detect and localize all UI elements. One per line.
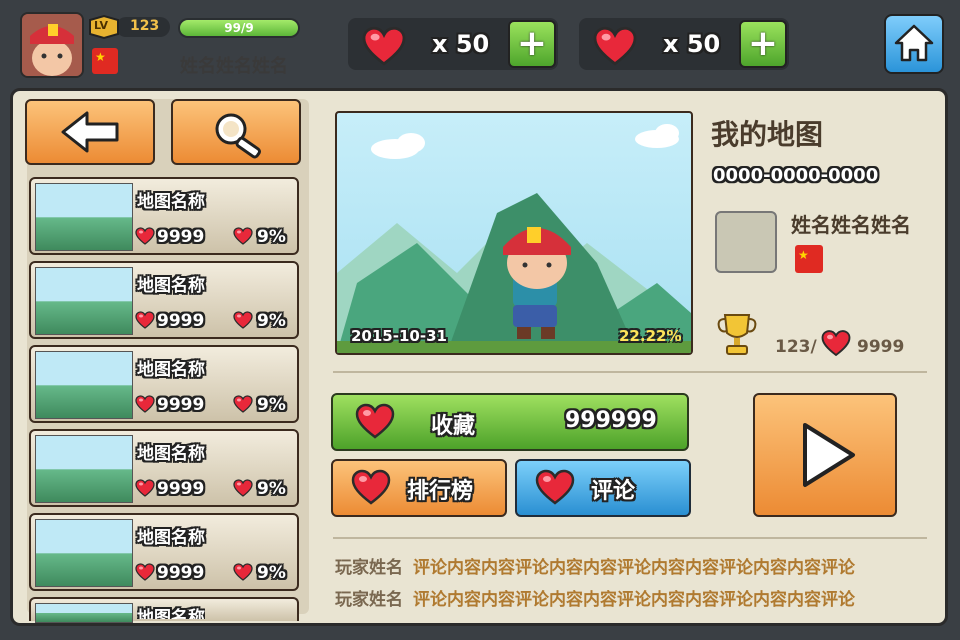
home-button[interactable] xyxy=(884,14,944,74)
add-resource-button[interactable]: + xyxy=(739,20,787,68)
map-thumbnail xyxy=(35,435,133,503)
resource-panel-2: x 50 + xyxy=(579,18,789,70)
map-name: 地图名称 xyxy=(137,528,205,548)
map-rate: 9% xyxy=(257,227,286,247)
map-name: 地图名称 xyxy=(137,360,205,380)
comment-user: 玩家姓名 xyxy=(335,558,403,578)
map-preview-scene xyxy=(337,124,691,353)
heart-icon xyxy=(351,469,391,505)
add-resource-button[interactable]: + xyxy=(508,20,556,68)
comment-user: 玩家姓名 xyxy=(335,590,403,610)
map-list-item[interactable]: 地图名称 9999 9% xyxy=(29,345,299,423)
author-name: 姓名姓名姓名 xyxy=(791,213,911,237)
heart-icon xyxy=(233,479,253,497)
rank-value: 123/ xyxy=(775,337,817,357)
player-name: 姓名姓名姓名 xyxy=(180,56,288,77)
favorite-button[interactable]: 收藏 999999 xyxy=(331,393,689,451)
china-flag-icon: ★ xyxy=(795,245,823,273)
player-avatar[interactable] xyxy=(20,12,84,78)
arrow-left-icon xyxy=(61,111,119,153)
trophy-icon xyxy=(717,314,757,355)
map-list-item[interactable]: 地图名称 9999 9% xyxy=(29,261,299,339)
divider xyxy=(333,371,927,373)
search-button[interactable] xyxy=(171,99,301,165)
heart-icon xyxy=(591,26,639,66)
heart-icon xyxy=(355,403,395,439)
resource-count: x 50 xyxy=(432,30,490,58)
resource-count: x 50 xyxy=(663,30,721,58)
map-name: 地图名称 xyxy=(137,608,205,619)
heart-icon xyxy=(135,563,155,581)
map-thumbnail xyxy=(35,351,133,419)
heart-icon xyxy=(233,311,253,329)
map-likes: 9999 xyxy=(157,563,205,583)
map-completion-percent: 22.22% xyxy=(619,327,682,345)
heart-icon xyxy=(135,395,155,413)
map-preview: 2015-10-31 22.22% xyxy=(335,111,693,355)
favorite-label: 收藏 xyxy=(431,414,476,439)
map-rate: 9% xyxy=(257,311,286,331)
map-likes: 9999 xyxy=(157,311,205,331)
favorite-count: 999999 xyxy=(565,408,657,433)
map-name: 地图名称 xyxy=(137,276,205,296)
map-code: 0000-0000-0000 xyxy=(713,165,879,186)
map-likes: 9999 xyxy=(157,227,205,247)
play-icon xyxy=(803,423,855,487)
map-list-item[interactable]: 地图名称 9999 9% xyxy=(29,513,299,591)
heart-icon xyxy=(135,227,155,245)
level-label: LV xyxy=(94,19,109,32)
map-list-item[interactable]: 地图名称 9999 9% xyxy=(29,177,299,255)
map-thumbnail xyxy=(35,267,133,335)
map-list-item[interactable]: 地图名称 xyxy=(29,597,299,623)
map-likes: 9999 xyxy=(157,479,205,499)
comment-text: 评论内容内容评论内容内容评论内容内容评论内容内容评论 xyxy=(413,590,855,610)
ranking-label: 排行榜 xyxy=(407,479,474,504)
comment-text: 评论内容内容评论内容内容评论内容内容评论内容内容评论 xyxy=(413,558,855,578)
heart-icon xyxy=(233,563,253,581)
map-thumbnail xyxy=(35,519,133,587)
comment-row: 玩家姓名 评论内容内容评论内容内容评论内容内容评论内容内容评论 xyxy=(335,553,855,578)
play-button[interactable] xyxy=(753,393,897,517)
comment-label: 评论 xyxy=(591,479,636,504)
china-flag-icon: ★ xyxy=(92,48,118,74)
map-name: 地图名称 xyxy=(137,192,205,212)
heart-icon xyxy=(360,26,408,66)
comment-row: 玩家姓名 评论内容内容评论内容内容评论内容内容评论内容内容评论 xyxy=(335,585,855,610)
xp-text: 99/9 xyxy=(224,21,254,35)
heart-icon xyxy=(821,329,851,357)
map-thumbnail xyxy=(35,603,133,623)
map-name: 地图名称 xyxy=(137,444,205,464)
map-rate: 9% xyxy=(257,479,286,499)
map-rate: 9% xyxy=(257,563,286,583)
heart-icon xyxy=(535,469,575,505)
map-rate: 9% xyxy=(257,395,286,415)
map-likes: 9999 xyxy=(157,395,205,415)
search-icon xyxy=(215,113,261,159)
heart-icon xyxy=(233,227,253,245)
map-date: 2015-10-31 xyxy=(351,327,447,345)
xp-bar: 99/9 xyxy=(178,18,300,38)
level-badge: LV 123 xyxy=(86,14,172,40)
heart-icon xyxy=(233,395,253,413)
heart-icon xyxy=(135,311,155,329)
map-list-item[interactable]: 地图名称 9999 9% xyxy=(29,429,299,507)
map-thumbnail xyxy=(35,183,133,251)
home-icon xyxy=(894,24,934,62)
ranking-button[interactable]: 排行榜 xyxy=(331,459,507,517)
rank-likes: 9999 xyxy=(857,337,905,357)
author-avatar[interactable] xyxy=(715,211,777,273)
main-panel: 地图名称 9999 9% 地图名称 9999 9% 地图名称 9999 9% 地… xyxy=(10,88,948,626)
divider xyxy=(333,537,927,539)
back-button[interactable] xyxy=(25,99,155,165)
comment-button[interactable]: 评论 xyxy=(515,459,691,517)
level-value: 123 xyxy=(130,18,160,34)
heart-icon xyxy=(135,479,155,497)
rabbit-avatar-icon xyxy=(22,14,82,76)
resource-panel-1: x 50 + xyxy=(348,18,558,70)
map-title: 我的地图 xyxy=(711,118,824,151)
